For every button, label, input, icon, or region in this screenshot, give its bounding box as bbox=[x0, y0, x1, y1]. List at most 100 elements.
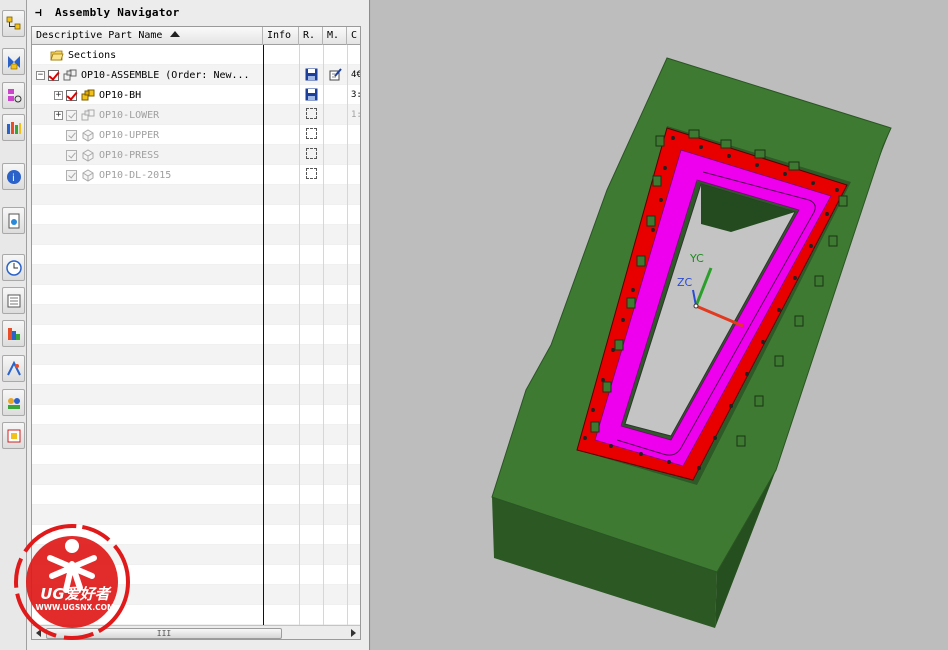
constraint-navigator-icon[interactable] bbox=[2, 48, 25, 75]
zc-axis-label: ZC bbox=[677, 276, 693, 289]
node-label: OP10-UPPER bbox=[99, 129, 160, 141]
table-row[interactable]: Sections bbox=[32, 45, 360, 65]
part-icon bbox=[82, 169, 94, 182]
empty-row bbox=[32, 385, 360, 405]
node-label: Sections bbox=[68, 49, 117, 61]
node-label: OP10-LOWER bbox=[99, 109, 160, 121]
table-row[interactable]: + OP10-BH 3: bbox=[32, 85, 361, 105]
expand-toggle[interactable]: + bbox=[54, 110, 63, 120]
column-header-row: Descriptive Part Name Info R. M. C bbox=[32, 27, 360, 45]
visibility-checkbox[interactable] bbox=[66, 129, 77, 141]
folder-open-icon bbox=[50, 50, 64, 61]
node-label: OP10-DL-2015 bbox=[99, 169, 172, 181]
empty-row bbox=[32, 225, 360, 245]
tree-node: OP10-DL-2015 bbox=[66, 165, 171, 185]
unloaded-status-icon[interactable] bbox=[306, 168, 317, 179]
roles-icon[interactable] bbox=[2, 320, 25, 347]
empty-row bbox=[32, 405, 360, 425]
watermark-url: WWW.UGSNX.COM bbox=[35, 603, 115, 612]
assembly-navigator-icon[interactable] bbox=[2, 10, 25, 37]
part-navigator-icon[interactable] bbox=[2, 82, 25, 109]
node-label: OP10-PRESS bbox=[99, 149, 160, 161]
visibility-checkbox[interactable] bbox=[48, 69, 59, 81]
empty-row bbox=[32, 185, 360, 205]
scroll-right-icon[interactable] bbox=[351, 629, 356, 637]
reuse-library-icon[interactable] bbox=[2, 114, 25, 141]
column-divider bbox=[347, 45, 348, 625]
palette-icon[interactable] bbox=[2, 422, 25, 449]
empty-row bbox=[32, 245, 360, 265]
expand-toggle[interactable]: + bbox=[54, 90, 63, 100]
history-icon[interactable] bbox=[2, 254, 25, 281]
tree-node: + OP10-BH bbox=[54, 85, 141, 105]
assembly-icon bbox=[81, 109, 95, 121]
origin-point bbox=[693, 303, 699, 309]
modified-edit-icon[interactable] bbox=[329, 68, 342, 81]
hd3d-tools-icon[interactable]: i bbox=[2, 163, 25, 190]
empty-row bbox=[32, 465, 360, 485]
empty-row bbox=[32, 305, 360, 325]
col-c-value: 1: bbox=[351, 110, 361, 120]
visibility-checkbox[interactable] bbox=[66, 109, 77, 121]
collapse-toggle[interactable]: − bbox=[36, 70, 45, 80]
column-header-label: Descriptive Part Name bbox=[36, 30, 163, 41]
node-label: OP10-ASSEMBLE (Order: New... bbox=[81, 69, 250, 81]
process-studio-icon[interactable] bbox=[2, 287, 25, 314]
yc-axis-label: YC bbox=[690, 252, 704, 265]
system-scenes-icon[interactable] bbox=[2, 355, 25, 382]
tree-node: OP10-UPPER bbox=[66, 125, 159, 145]
teamcenter-icon[interactable] bbox=[2, 389, 25, 416]
col-c-value: 4€ bbox=[351, 70, 361, 80]
empty-row bbox=[32, 205, 360, 225]
column-header-modified[interactable]: M. bbox=[323, 27, 347, 45]
sort-ascending-icon bbox=[170, 31, 181, 37]
empty-row bbox=[32, 425, 360, 445]
column-divider bbox=[263, 45, 264, 625]
die-model-render bbox=[491, 57, 892, 628]
table-row[interactable]: + OP10-LOWER 1: bbox=[32, 105, 361, 125]
tree-node: − OP10-ASSEMBLE (Order: New... bbox=[36, 65, 250, 85]
ug-watermark-logo bbox=[14, 524, 130, 640]
subassembly-icon bbox=[81, 89, 95, 101]
watermark-text: UG爱好者 bbox=[40, 585, 110, 603]
navigator-title-bar: ⊣ Assembly Navigator bbox=[27, 0, 370, 25]
table-row[interactable]: OP10-UPPER bbox=[32, 125, 360, 145]
part-icon bbox=[82, 149, 94, 162]
assembly-icon bbox=[63, 69, 77, 81]
column-divider bbox=[299, 45, 300, 625]
visibility-checkbox[interactable] bbox=[66, 89, 77, 101]
part-icon bbox=[82, 129, 94, 142]
empty-row bbox=[32, 325, 360, 345]
empty-row bbox=[32, 345, 360, 365]
pin-icon[interactable]: ⊣ bbox=[35, 6, 47, 19]
save-disk-icon[interactable] bbox=[305, 68, 318, 81]
tree-node: OP10-PRESS bbox=[66, 145, 159, 165]
column-header-c[interactable]: C bbox=[347, 27, 360, 45]
unloaded-status-icon[interactable] bbox=[306, 128, 317, 139]
web-browser-icon[interactable] bbox=[2, 207, 25, 234]
visibility-checkbox[interactable] bbox=[66, 149, 77, 161]
column-header-info[interactable]: Info bbox=[263, 27, 299, 45]
svg-text:i: i bbox=[12, 173, 15, 184]
tree-node: + OP10-LOWER bbox=[54, 105, 159, 125]
table-row[interactable]: OP10-DL-2015 bbox=[32, 165, 360, 185]
graphics-window[interactable]: YC ZC bbox=[371, 0, 948, 650]
navigator-title: Assembly Navigator bbox=[55, 6, 180, 19]
tree-node: Sections bbox=[50, 45, 116, 65]
col-c-value: 3: bbox=[351, 90, 361, 100]
visibility-checkbox[interactable] bbox=[66, 169, 77, 181]
unloaded-status-icon[interactable] bbox=[306, 148, 317, 159]
save-disk-icon[interactable] bbox=[305, 88, 318, 101]
empty-row bbox=[32, 265, 360, 285]
column-header-read-only[interactable]: R. bbox=[299, 27, 323, 45]
table-row[interactable]: − OP10-ASSEMBLE (Order: New... 4€ bbox=[32, 65, 361, 85]
node-label: OP10-BH bbox=[99, 89, 142, 101]
empty-row bbox=[32, 285, 360, 305]
table-row[interactable]: OP10-PRESS bbox=[32, 145, 360, 165]
column-header-descriptive-part-name[interactable]: Descriptive Part Name bbox=[32, 27, 263, 45]
empty-row bbox=[32, 445, 360, 465]
column-divider bbox=[323, 45, 324, 625]
empty-row bbox=[32, 365, 360, 385]
empty-row bbox=[32, 485, 360, 505]
unloaded-status-icon[interactable] bbox=[306, 108, 317, 119]
